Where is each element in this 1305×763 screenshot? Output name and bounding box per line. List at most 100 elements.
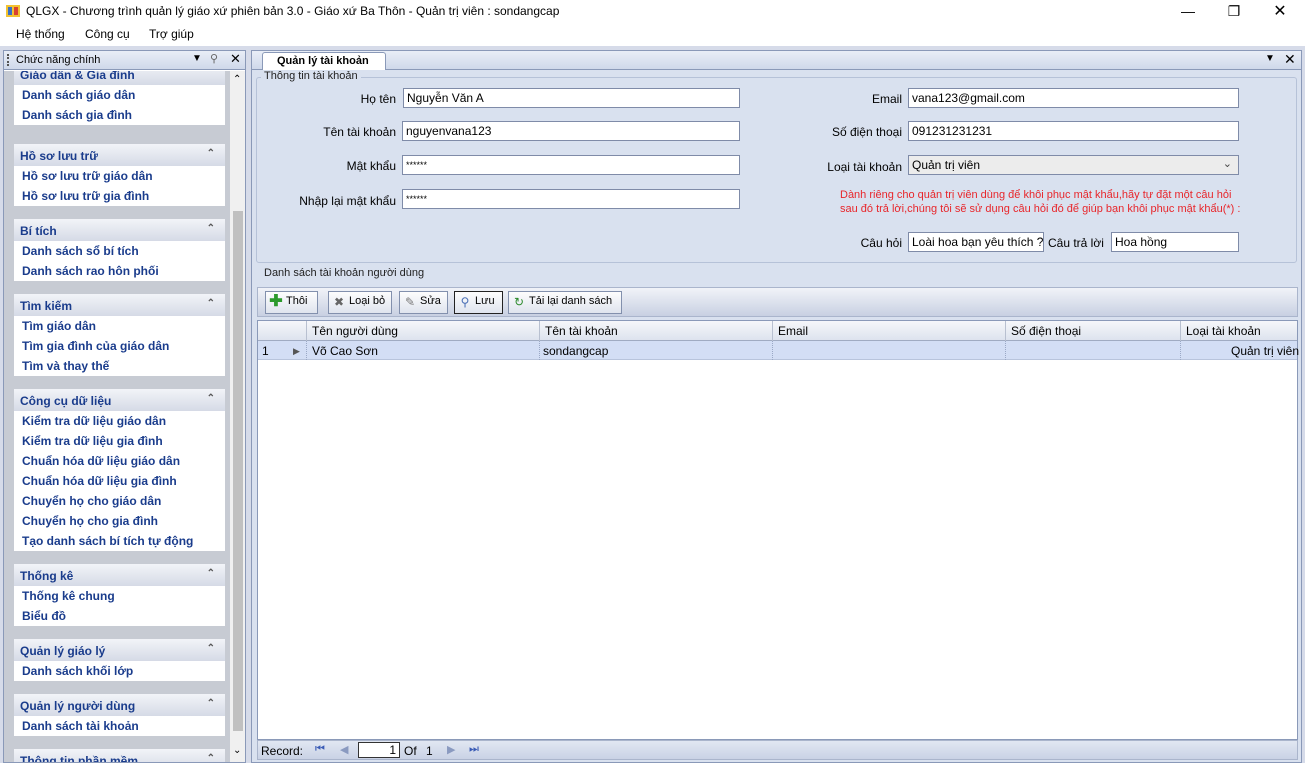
scroll-down-icon[interactable]: ⌄: [233, 745, 241, 756]
column-separator[interactable]: [1180, 321, 1181, 341]
nav-item-find-parishioner[interactable]: Tìm giáo dân: [14, 316, 225, 336]
nav-item-family-list[interactable]: Danh sách gia đình: [14, 105, 225, 125]
chevron-down-icon[interactable]: ⌄: [1223, 157, 1232, 170]
column-separator[interactable]: [306, 321, 307, 341]
close-icon[interactable]: ✕: [230, 51, 241, 67]
nav-item-check-parishioner-data[interactable]: Kiểm tra dữ liệu giáo dân: [14, 411, 225, 431]
question-field[interactable]: Loài hoa bạn yêu thích ?: [908, 232, 1044, 252]
nav-group-header[interactable]: Thông tin phần mềm ⌃: [14, 749, 225, 762]
cell-username[interactable]: sondangcap: [543, 344, 608, 358]
nav-item-archive-family[interactable]: Hồ sơ lưu trữ gia đình: [14, 186, 225, 206]
nav-item-archive-parishioner[interactable]: Hồ sơ lưu trữ giáo dân: [14, 166, 225, 186]
grip-icon[interactable]: [7, 54, 10, 66]
tab-close-icon[interactable]: ✕: [1284, 51, 1296, 68]
menu-system[interactable]: Hệ thống: [16, 27, 65, 41]
pin-icon[interactable]: ⚲: [210, 52, 218, 65]
user-list-section: Danh sách tài khoản người dùng ✚ Thôi ✖ Lo…: [252, 267, 1301, 762]
collapse-icon[interactable]: ⌃: [207, 753, 215, 762]
nav-item-move-family[interactable]: Chuyển họ cho gia đình: [14, 511, 225, 531]
answer-field[interactable]: Hoa hồng: [1111, 232, 1239, 252]
column-separator[interactable]: [772, 321, 773, 341]
collapse-icon[interactable]: ⌃: [207, 298, 215, 309]
menu-help[interactable]: Trợ giúp: [149, 27, 194, 41]
cell-account-type[interactable]: Quản trị viên: [1231, 344, 1299, 358]
panel-header: Chức năng chính ▼ ⚲ ✕: [4, 51, 245, 70]
nav-group-header[interactable]: Hồ sơ lưu trữ ⌃: [14, 144, 225, 166]
edit-button[interactable]: ✎ Sửa: [399, 291, 448, 314]
nav-group-title: Hồ sơ lưu trữ: [20, 149, 98, 163]
column-header-username[interactable]: Tên tài khoản: [545, 324, 618, 338]
tab-account-management[interactable]: Quản lý tài khoản: [262, 52, 386, 70]
fullname-field[interactable]: Nguyễn Văn A: [403, 88, 740, 108]
first-record-icon[interactable]: ⏮: [315, 743, 325, 756]
column-separator[interactable]: [1005, 321, 1006, 341]
nav-group-header[interactable]: Công cụ dữ liệu ⌃: [14, 389, 225, 411]
confirm-password-field[interactable]: ******: [402, 189, 740, 209]
nav-item-general-stats[interactable]: Thống kê chung: [14, 586, 225, 606]
nav-group-header[interactable]: Tìm kiếm ⌃: [14, 294, 225, 316]
nav-scroll-area[interactable]: Giáo dân & Gia đình ⌃ Danh sách giáo dân …: [4, 71, 245, 762]
minimize-button[interactable]: —: [1165, 0, 1211, 22]
nav-item-find-family[interactable]: Tìm gia đình của giáo dân: [14, 336, 225, 356]
nav-group-header[interactable]: Giáo dân & Gia đình ⌃: [14, 71, 225, 85]
previous-record-icon[interactable]: ◀: [340, 743, 348, 756]
nav-group-header[interactable]: Bí tích ⌃: [14, 219, 225, 241]
collapse-icon[interactable]: ⌃: [207, 643, 215, 654]
nav-item-normalize-parishioner[interactable]: Chuẩn hóa dữ liệu giáo dân: [14, 451, 225, 471]
nav-item-move-parishioner[interactable]: Chuyển họ cho giáo dân: [14, 491, 225, 511]
account-type-select[interactable]: Quản trị viên ⌄: [908, 155, 1239, 175]
nav-group-header[interactable]: Thống kê ⌃: [14, 564, 225, 586]
cell-name[interactable]: Võ Cao Sơn: [312, 344, 378, 358]
nav-item-sacrament-books[interactable]: Danh sách sổ bí tích: [14, 241, 225, 261]
password-field[interactable]: ******: [402, 155, 740, 175]
delete-icon: ✖: [333, 295, 345, 309]
reload-button[interactable]: ↻ Tải lại danh sách: [508, 291, 622, 314]
collapse-icon[interactable]: ⌃: [207, 698, 215, 709]
next-record-icon[interactable]: ▶: [447, 743, 455, 756]
scroll-up-icon[interactable]: ⌃: [233, 74, 241, 85]
nav-item-normalize-family[interactable]: Chuẩn hóa dữ liệu gia đình: [14, 471, 225, 491]
scrollbar-thumb[interactable]: [233, 211, 243, 731]
column-header-email[interactable]: Email: [778, 324, 808, 338]
nav-item-marriage-banns[interactable]: Danh sách rao hôn phối: [14, 261, 225, 281]
nav-item-parishioner-list[interactable]: Danh sách giáo dân: [14, 85, 225, 105]
email-field[interactable]: vana123@gmail.com: [908, 88, 1239, 108]
nav-item-account-list[interactable]: Danh sách tài khoản: [14, 716, 225, 736]
collapse-icon[interactable]: ⌃: [207, 148, 215, 159]
tab-menu-icon[interactable]: ▼: [1265, 53, 1275, 64]
column-header-phone[interactable]: Số điện thoại: [1011, 324, 1081, 338]
maximize-button[interactable]: ❐: [1211, 0, 1257, 22]
nav-group-title: Quản lý người dùng: [20, 699, 136, 713]
save-button[interactable]: ⚲ Lưu: [454, 291, 503, 314]
nav-item-check-family-data[interactable]: Kiểm tra dữ liệu gia đình: [14, 431, 225, 451]
confirm-password-label: Nhập lại mật khẩu: [299, 194, 396, 208]
close-button[interactable]: ✕: [1257, 0, 1303, 22]
nav-group-header[interactable]: Quản lý giáo lý ⌃: [14, 639, 225, 661]
nav-group-header[interactable]: Quản lý người dùng ⌃: [14, 694, 225, 716]
nav-item-charts[interactable]: Biểu đồ: [14, 606, 225, 626]
collapse-icon[interactable]: ⌃: [207, 223, 215, 234]
menu-tools[interactable]: Công cụ: [85, 27, 130, 41]
remove-button[interactable]: ✖ Loại bỏ: [328, 291, 392, 314]
collapse-icon[interactable]: ⌃: [207, 568, 215, 579]
dropdown-icon[interactable]: ▼: [192, 53, 202, 64]
column-separator[interactable]: [539, 321, 540, 341]
last-record-icon[interactable]: ⏭: [469, 743, 479, 756]
column-header-account-type[interactable]: Loại tài khoản: [1186, 324, 1261, 338]
cell-separator: [1180, 341, 1181, 360]
nav-item-class-levels[interactable]: Danh sách khối lớp: [14, 661, 225, 681]
collapse-icon[interactable]: ⌃: [207, 393, 215, 404]
column-header-name[interactable]: Tên người dùng: [312, 324, 398, 338]
record-position-input[interactable]: 1: [358, 742, 400, 758]
user-grid[interactable]: Tên người dùng Tên tài khoản Email Số đi…: [257, 320, 1299, 740]
table-row[interactable]: 1 ▶ Võ Cao Sơn sondangcap Quản trị viên: [258, 341, 1299, 360]
fullname-label: Họ tên: [360, 92, 396, 106]
panel-title: Chức năng chính: [16, 54, 101, 66]
collapse-icon[interactable]: ⌃: [207, 71, 215, 78]
nav-item-find-replace[interactable]: Tìm và thay thế: [14, 356, 225, 376]
phone-field[interactable]: 091231231231: [908, 121, 1239, 141]
remove-button-label: Loại bỏ: [349, 295, 386, 307]
nav-item-auto-sacrament-list[interactable]: Tạo danh sách bí tích tự động: [14, 531, 225, 551]
username-field[interactable]: nguyenvana123: [402, 121, 740, 141]
add-button[interactable]: ✚ Thôi: [265, 291, 318, 314]
